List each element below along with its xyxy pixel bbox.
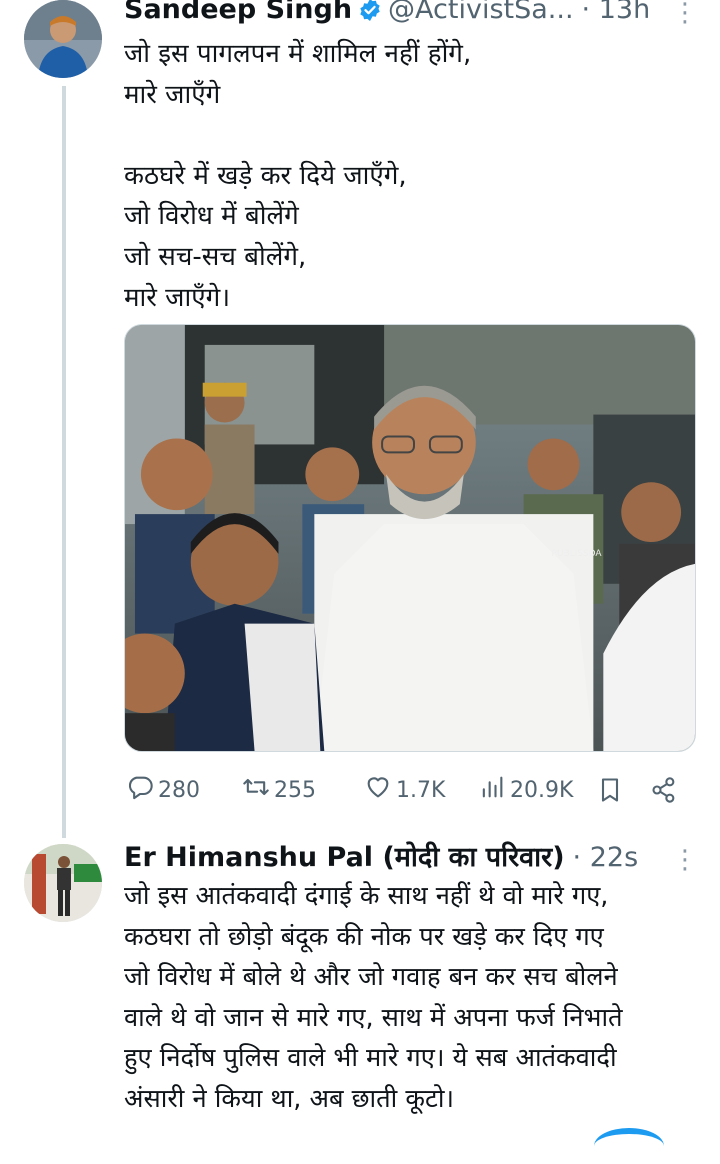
retweet-icon [242,773,270,807]
retweet-button[interactable]: 255 [242,773,316,807]
more-icon[interactable]: ⋮ [672,845,698,875]
bookmark-button[interactable] [596,776,624,810]
reply-icon [126,773,154,807]
tweet1-text: जो इस पागलपन में शामिल नहीं होंगे, मारे … [124,39,472,313]
author-handle[interactable]: @ActivistSa... [388,0,574,26]
like-icon [364,773,392,807]
tweet1-header: Sandeep Singh @ActivistSa... · 13h [124,0,650,26]
more-icon[interactable]: ⋮ [672,0,698,28]
avatar-sandeep-singh[interactable] [24,0,102,78]
verified-badge-icon [358,0,382,22]
views-button[interactable]: 20.9K [478,773,573,807]
like-count: 1.7K [396,777,446,803]
tweet1-actions: 280 255 1.7K 20.9K [124,770,696,810]
floating-compose-button-edge[interactable] [594,1128,664,1164]
reply-button[interactable]: 280 [126,773,200,807]
thread-line [62,86,66,838]
tweet-time[interactable]: · 13h [582,0,651,26]
media-badge-text: PUBLISSDA [552,549,603,559]
tweet2-header: Er Himanshu Pal (मोदी का परिवार) · 22s [124,842,638,874]
retweet-count: 255 [274,777,316,803]
share-button[interactable] [650,776,678,810]
views-count: 20.9K [510,777,574,803]
avatar-himanshu-pal[interactable] [24,844,102,922]
tweet1-photo[interactable]: PUBLISSDA [124,324,696,752]
author-name[interactable]: Sandeep Singh [124,0,352,26]
author-name[interactable]: Er Himanshu Pal (मोदी का परिवार) [124,842,565,874]
share-icon [650,777,678,810]
tweet2-text: जो इस आतंकवादी दंगाई के साथ नहीं थे वो म… [124,881,623,1114]
like-button[interactable]: 1.7K [364,773,445,807]
tweet-time[interactable]: · 22s [573,842,639,874]
views-icon [478,773,506,807]
bookmark-icon [596,778,624,810]
reply-count: 280 [158,777,200,803]
